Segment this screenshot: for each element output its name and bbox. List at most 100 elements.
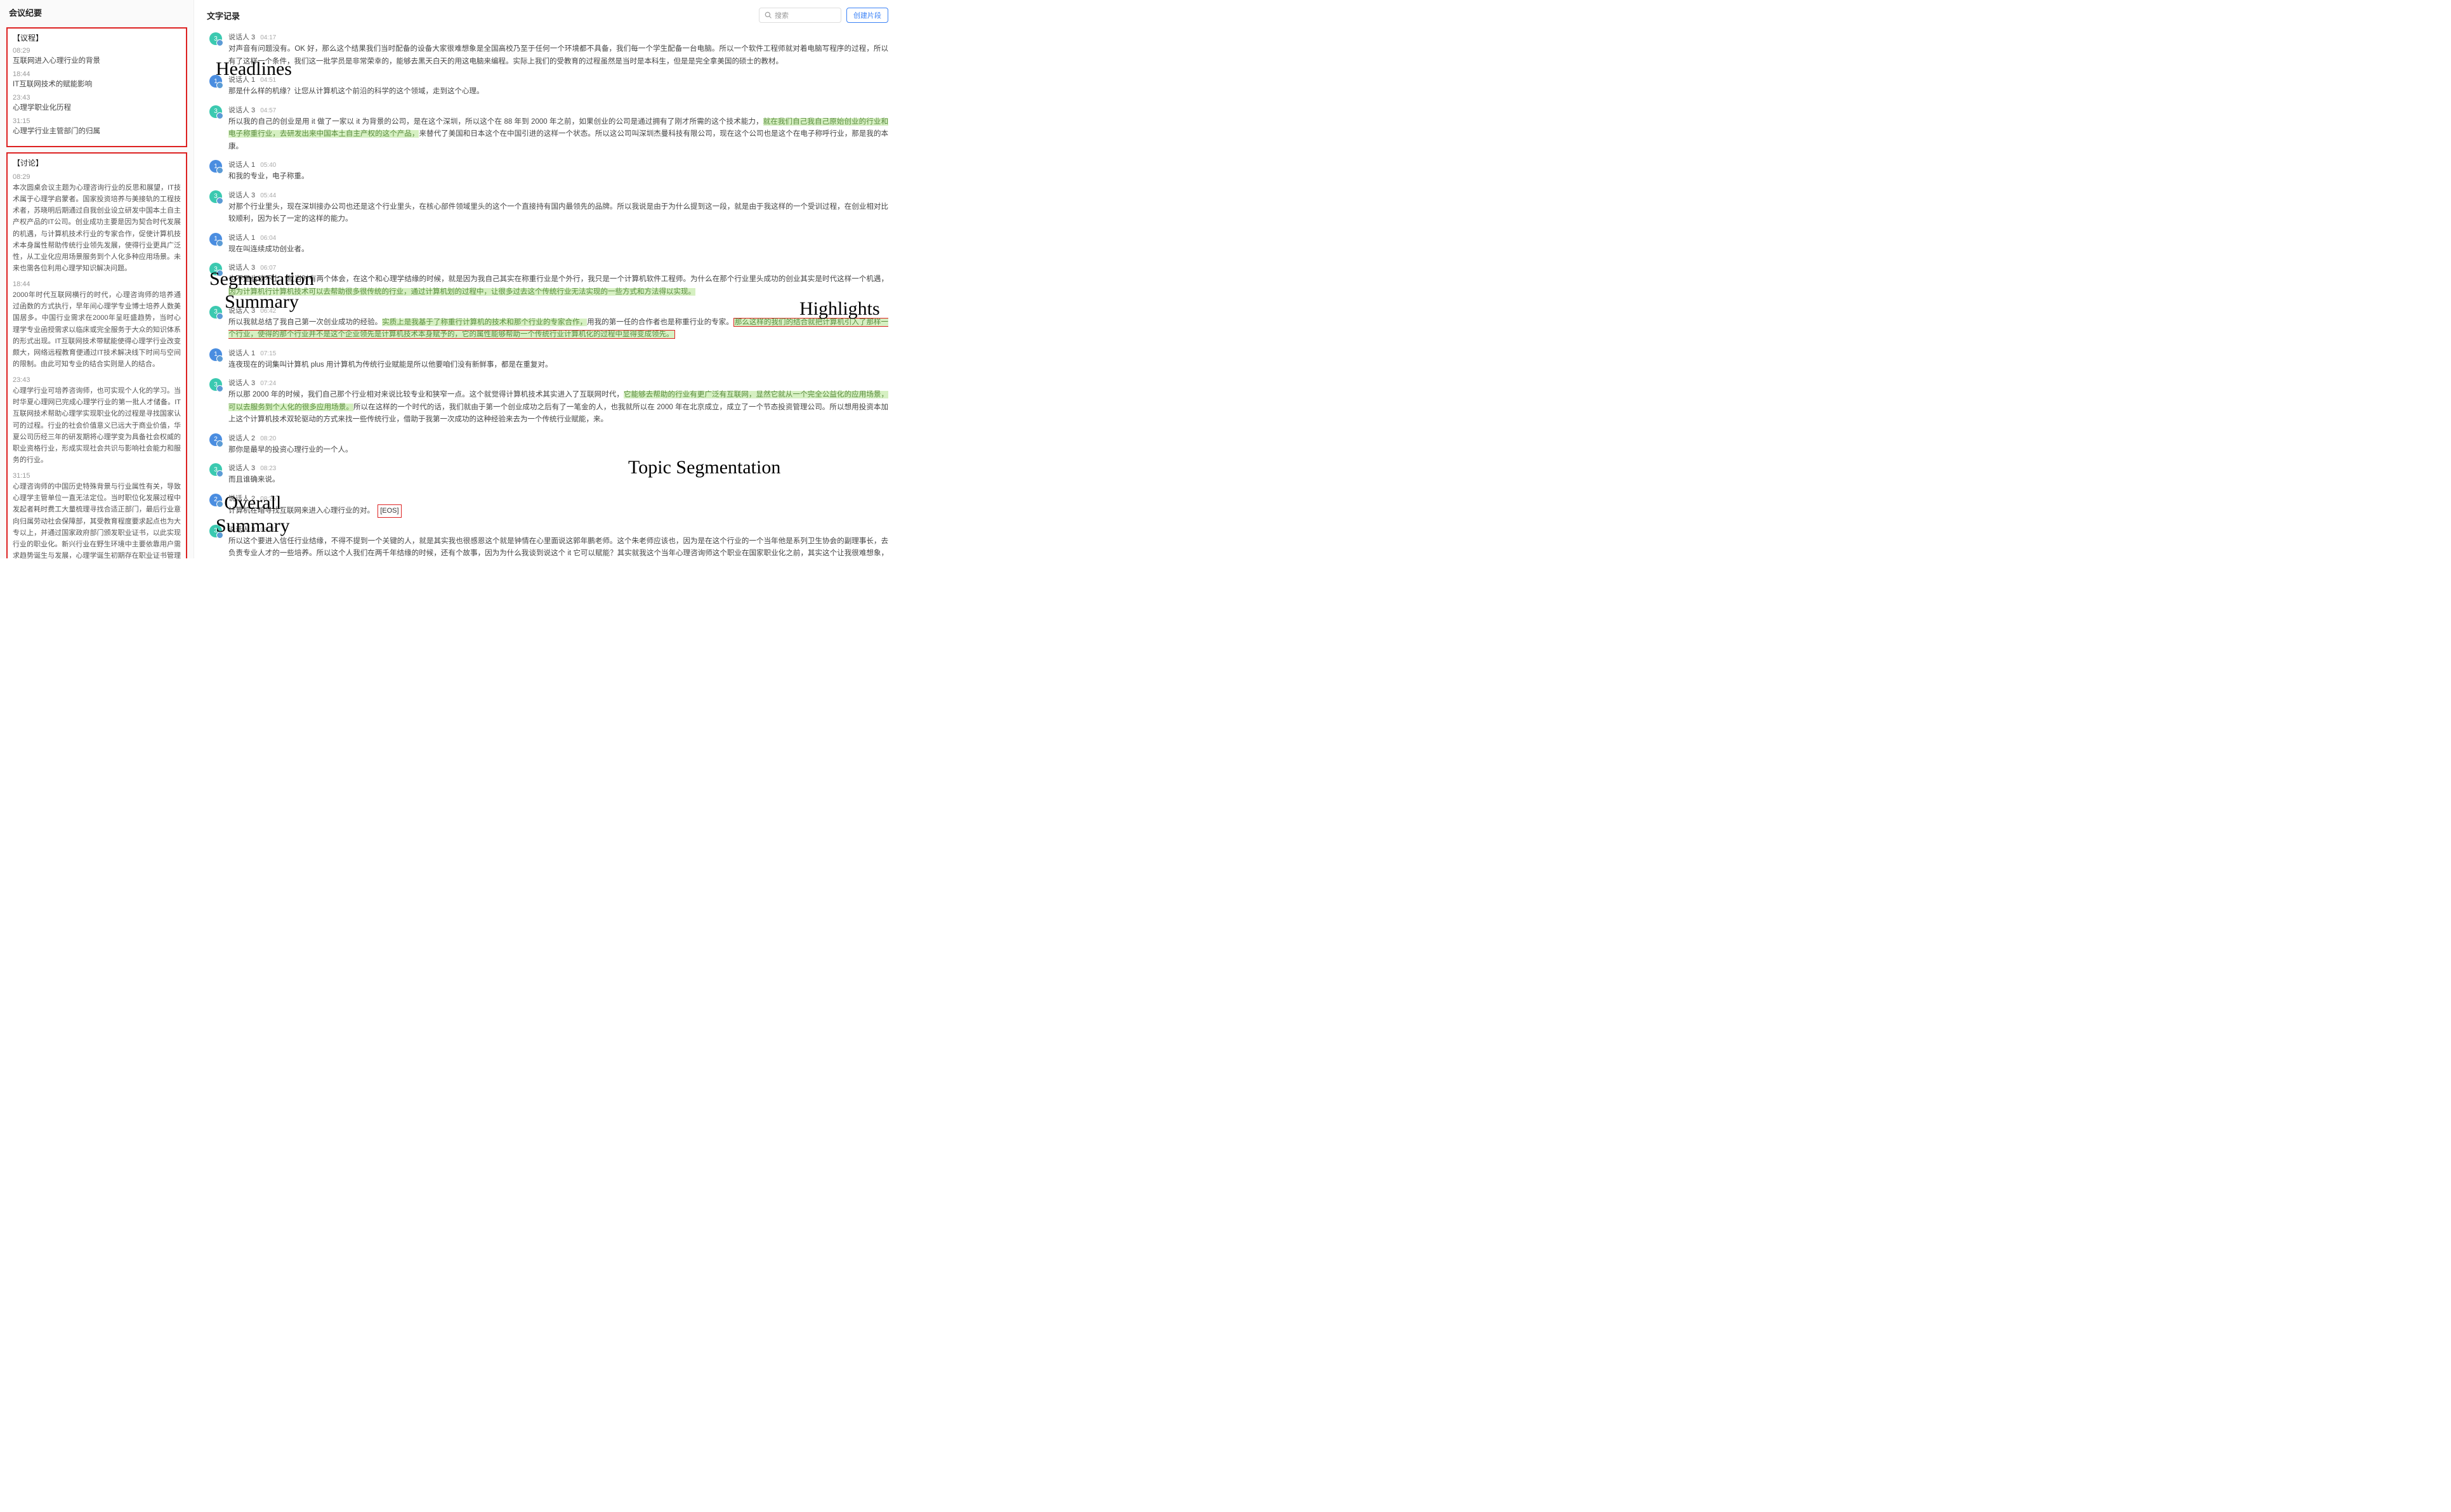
utterance-text: 也不是也谈不上，就当时有两个体会，在这个和心理学结缘的时候，就是因为我自己其实在…: [228, 273, 888, 298]
agenda-section: 【议程】 08:29 互联网进入心理行业的背景 18:44 IT互联网技术的赋能影…: [6, 27, 187, 147]
avatar: 3: [209, 378, 222, 391]
utterance[interactable]: 1 说话人 1 06:04现在叫连续成功创业者。: [209, 232, 888, 256]
utterance-body: 说话人 2 08:20那你是最早的投资心理行业的一个人。: [228, 433, 888, 457]
speaker-name: 说话人 1: [228, 348, 255, 358]
discussion-block: 18:44 2000年时代互联网横行的时代，心理咨询师的培养通过函数的方式执行，…: [13, 280, 181, 370]
agenda-time: 31:15: [13, 117, 181, 125]
speaker-name: 说话人 2: [228, 433, 255, 443]
speaker-name: 说话人 3: [228, 524, 255, 534]
speaker-name: 说话人 3: [228, 305, 255, 315]
header-tools: 搜索 创建片段: [759, 8, 888, 23]
utterance-time: 08:25: [260, 496, 276, 503]
utterance[interactable]: 3说话人 3 08:23而且谁确来说。: [209, 463, 888, 487]
speaker-name: 说话人 3: [228, 105, 255, 115]
speaker-name: 说话人 3: [228, 32, 255, 42]
agenda-title: 互联网进入心理行业的背景: [13, 55, 181, 65]
speaker-name: 说话人 3: [228, 463, 255, 473]
utterance-body: 说话人 2 08:25计算机在暗寻找互联网来进入心理行业的对。 [EOS]: [228, 493, 888, 518]
avatar: 3: [209, 190, 222, 203]
agenda-title: 心理学行业主管部门的归属: [13, 126, 181, 136]
utterance-body: 说话人 3 07:24所以那 2000 年的时候，我们自己那个行业相对来说比较专…: [228, 378, 888, 426]
search-placeholder: 搜索: [775, 10, 789, 20]
discussion-time: 31:15: [13, 472, 181, 480]
utterance-body: 说话人 1 06:04现在叫连续成功创业者。: [228, 232, 888, 256]
eos-marker: [EOS]: [378, 504, 401, 518]
speaker-name: 说话人 3: [228, 190, 255, 200]
search-input[interactable]: 搜索: [759, 8, 841, 23]
avatar: 1: [209, 233, 222, 246]
speaker-name: 说话人 2: [228, 493, 255, 503]
utterance-text: 那是什么样的机缘？让您从计算机这个前沿的科学的这个领域，走到这个心理。: [228, 86, 888, 98]
utterance[interactable]: 3 说话人 3 06:07也不是也谈不上，就当时有两个体会，在这个和心理学结缘的时…: [209, 262, 888, 298]
utterance-body: 说话人 3 08:30 所以这个要进入信任行业结缘，不得不提到一个关键的人，就是其…: [228, 524, 888, 558]
utterance-time: 08:30: [260, 527, 276, 534]
utterance[interactable]: 3 说话人 3 07:24所以那 2000 年的时候，我们自己那个行业相对来说比较…: [209, 378, 888, 426]
agenda-item[interactable]: 08:29 互联网进入心理行业的背景: [13, 47, 181, 65]
avatar: 3: [209, 105, 222, 118]
search-icon: [765, 11, 772, 19]
utterance[interactable]: 1 说话人 1 04:51那是什么样的机缘？让您从计算机这个前沿的科学的这个领域，…: [209, 74, 888, 98]
utterance-time: 05:44: [260, 192, 276, 199]
utterance[interactable]: 1 说话人 1 05:40 和我的专业，电子称重。: [209, 159, 888, 183]
utterance-text: 所以那 2000 年的时候，我们自己那个行业相对来说比较专业和狭窄一点。这个就觉…: [228, 389, 888, 426]
utterance-text: 和我的专业，电子称重。: [228, 171, 888, 183]
discussion-text: 本次圆桌会议主题为心理咨询行业的反思和展望，IT技术属于心理学启蒙者。国家投资培…: [13, 182, 181, 274]
highlight: 实质上是我基于了称重行计算机的技术和那个行业的专家合作，: [382, 319, 587, 326]
speaker-name: 说话人 1: [228, 74, 255, 84]
agenda-item[interactable]: 31:15 心理学行业主管部门的归属: [13, 117, 181, 136]
utterance-text: 所以我就总结了我自己第一次创业成功的经验。实质上是我基于了称重行计算机的技术和那…: [228, 317, 888, 341]
avatar: 3: [209, 525, 222, 537]
agenda-item[interactable]: 23:43 心理学职业化历程: [13, 94, 181, 112]
utterance-text: 而且谁确来说。: [228, 474, 888, 487]
avatar: 1: [209, 75, 222, 88]
utterance-time: 07:15: [260, 350, 276, 357]
discussion-section: 【讨论】 08:29 本次圆桌会议主题为心理咨询行业的反思和展望，IT技术属于心…: [6, 152, 187, 558]
utterance-body: 说话人 3 08:23而且谁确来说。: [228, 463, 888, 487]
utterance[interactable]: 3 说话人 3 05:44 对那个行业里头，现在深圳接办公司也还是这个行业里头，在核…: [209, 190, 888, 226]
avatar: 3: [209, 263, 222, 275]
utterance-text: 连夜现在的词集叫计算机 plus 用计算机为传统行业赋能是所以他要咱们没有新鲜事…: [228, 359, 888, 372]
utterance-time: 07:24: [260, 380, 276, 387]
transcript-panel: 文字记录 搜索 创建片段 3 说话人 3 04:17对声音有问题没有。OK 好，那…: [194, 0, 901, 558]
utterance-time: 06:04: [260, 235, 276, 242]
utterance[interactable]: 3 说话人 3 08:30 所以这个要进入信任行业结缘，不得不提到一个关键的人，就是…: [209, 524, 888, 558]
discussion-text: 心理咨询师的中国历史特殊背景与行业属性有关，导致心理学主管单位一直无法定位。当时…: [13, 481, 181, 558]
utterance-body: 说话人 1 05:40 和我的专业，电子称重。: [228, 159, 888, 183]
utterance-time: 04:17: [260, 34, 276, 41]
discussion-block: 23:43 心理学行业可培养咨询师，也可实现个人化的学习。当时华夏心理网已完成心…: [13, 376, 181, 466]
agenda-label: 【议程】: [13, 32, 181, 43]
utterance-body: 说话人 3 06:42所以我就总结了我自己第一次创业成功的经验。实质上是我基于了…: [228, 305, 888, 341]
utterance[interactable]: 1 说话人 1 07:15 连夜现在的词集叫计算机 plus 用计算机为传统行业赋能…: [209, 348, 888, 372]
utterance-time: 08:20: [260, 435, 276, 442]
avatar: 1: [209, 348, 222, 361]
speaker-name: 说话人 1: [228, 159, 255, 169]
create-segment-button[interactable]: 创建片段: [846, 8, 888, 23]
utterance-body: 说话人 1 04:51那是什么样的机缘？让您从计算机这个前沿的科学的这个领域，走…: [228, 74, 888, 98]
utterance-text: 计算机在暗寻找互联网来进入心理行业的对。 [EOS]: [228, 504, 888, 518]
utterance-body: 说话人 1 07:15 连夜现在的词集叫计算机 plus 用计算机为传统行业赋能是…: [228, 348, 888, 372]
utterance[interactable]: 2说话人 2 08:20那你是最早的投资心理行业的一个人。: [209, 433, 888, 457]
discussion-block: 08:29 本次圆桌会议主题为心理咨询行业的反思和展望，IT技术属于心理学启蒙者…: [13, 173, 181, 274]
utterance[interactable]: 3说话人 3 04:57所以我的自己的创业是用 it 做了一家以 it 为背景的…: [209, 105, 888, 154]
utterance-body: 说话人 3 04:17对声音有问题没有。OK 好，那么这个结果我们当时配备的设备…: [228, 32, 888, 68]
utterance[interactable]: 2说话人 2 08:25计算机在暗寻找互联网来进入心理行业的对。 [EOS]: [209, 493, 888, 518]
utterance-body: 说话人 3 06:07也不是也谈不上，就当时有两个体会，在这个和心理学结缘的时候…: [228, 262, 888, 298]
agenda-item[interactable]: 18:44 IT互联网技术的赋能影响: [13, 70, 181, 89]
sidebar-minutes: 会议纪要 【议程】 08:29 互联网进入心理行业的背景18:44 IT互联网技…: [0, 0, 194, 558]
speaker-name: 说话人 1: [228, 232, 255, 242]
utterance-list: 3 说话人 3 04:17对声音有问题没有。OK 好，那么这个结果我们当时配备的设…: [207, 32, 888, 558]
discussion-label: 【讨论】: [13, 157, 181, 168]
utterance[interactable]: 3说话人 3 04:17对声音有问题没有。OK 好，那么这个结果我们当时配备的设…: [209, 32, 888, 68]
utterance[interactable]: 3说话人 3 06:42所以我就总结了我自己第一次创业成功的经验。实质上是我基于…: [209, 305, 888, 341]
discussion-text: 2000年时代互联网横行的时代，心理咨询师的培养通过函数的方式执行，早年间心理学…: [13, 289, 181, 370]
utterance-text: 对那个行业里头，现在深圳接办公司也还是这个行业里头，在核心部件领域里头的这个一个…: [228, 201, 888, 226]
transcript-header: 文字记录 搜索 创建片段: [207, 5, 888, 28]
utterance-time: 05:40: [260, 162, 276, 169]
utterance-body: 说话人 3 05:44 对那个行业里头，现在深圳接办公司也还是这个行业里头，在核心…: [228, 190, 888, 226]
highlight: 因为计算机行计算机技术可以去帮助很多很传统的行业，通过计算机划的过程中，让很多过…: [228, 288, 695, 296]
agenda-time: 08:29: [13, 47, 181, 55]
agenda-time: 23:43: [13, 94, 181, 102]
utterance-time: 06:07: [260, 265, 276, 272]
utterance-text: 所以这个要进入信任行业结缘，不得不提到一个关键的人，就是其实我也很感恩这个就是钟…: [228, 536, 888, 558]
avatar: 1: [209, 160, 222, 173]
